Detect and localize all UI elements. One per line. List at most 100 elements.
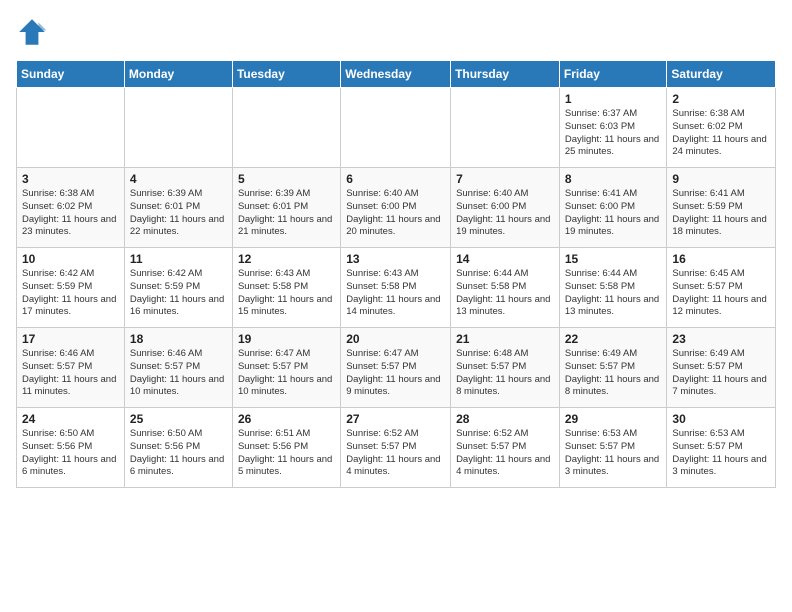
day-number: 11 bbox=[130, 252, 227, 266]
day-number: 28 bbox=[456, 412, 554, 426]
empty-cell bbox=[17, 88, 125, 168]
day-number: 9 bbox=[672, 172, 770, 186]
week-row-5: 24Sunrise: 6:50 AM Sunset: 5:56 PM Dayli… bbox=[17, 408, 776, 488]
day-cell-2: 2 Sunrise: 6:38 AM Sunset: 6:02 PM Daylig… bbox=[667, 88, 776, 168]
weekday-header-saturday: Saturday bbox=[667, 61, 776, 88]
day-number: 1 bbox=[565, 92, 662, 106]
day-info: Sunrise: 6:47 AM Sunset: 5:57 PM Dayligh… bbox=[346, 348, 445, 399]
day-info: Sunrise: 6:53 AM Sunset: 5:57 PM Dayligh… bbox=[672, 428, 770, 479]
day-number: 29 bbox=[565, 412, 662, 426]
day-cell-6: 6 Sunrise: 6:40 AM Sunset: 6:00 PM Daylig… bbox=[341, 168, 451, 248]
day-info: Sunrise: 6:49 AM Sunset: 5:57 PM Dayligh… bbox=[565, 348, 662, 399]
day-info: Sunrise: 6:51 AM Sunset: 5:56 PM Dayligh… bbox=[238, 428, 335, 479]
empty-cell bbox=[124, 88, 232, 168]
weekday-header-tuesday: Tuesday bbox=[232, 61, 340, 88]
logo-icon bbox=[16, 16, 48, 48]
day-cell-19: 19 Sunrise: 6:47 AM Sunset: 5:57 PM Dayli… bbox=[232, 328, 340, 408]
day-cell-14: 14 Sunrise: 6:44 AM Sunset: 5:58 PM Dayli… bbox=[451, 248, 560, 328]
day-info: Sunrise: 6:46 AM Sunset: 5:57 PM Dayligh… bbox=[130, 348, 227, 399]
day-info: Sunrise: 6:40 AM Sunset: 6:00 PM Dayligh… bbox=[456, 188, 554, 239]
day-cell-21: 21 Sunrise: 6:48 AM Sunset: 5:57 PM Dayli… bbox=[451, 328, 560, 408]
day-info: Sunrise: 6:48 AM Sunset: 5:57 PM Dayligh… bbox=[456, 348, 554, 399]
week-row-4: 17 Sunrise: 6:46 AM Sunset: 5:57 PM Dayli… bbox=[17, 328, 776, 408]
day-number: 19 bbox=[238, 332, 335, 346]
day-cell-5: 5 Sunrise: 6:39 AM Sunset: 6:01 PM Daylig… bbox=[232, 168, 340, 248]
day-cell-23: 23Sunrise: 6:49 AM Sunset: 5:57 PM Dayli… bbox=[667, 328, 776, 408]
empty-cell bbox=[232, 88, 340, 168]
weekday-header-monday: Monday bbox=[124, 61, 232, 88]
day-cell-28: 28 Sunrise: 6:52 AM Sunset: 5:57 PM Dayli… bbox=[451, 408, 560, 488]
day-cell-1: 1 Sunrise: 6:37 AM Sunset: 6:03 PM Daylig… bbox=[559, 88, 667, 168]
day-number: 22 bbox=[565, 332, 662, 346]
week-row-1: 1 Sunrise: 6:37 AM Sunset: 6:03 PM Daylig… bbox=[17, 88, 776, 168]
day-cell-17: 17 Sunrise: 6:46 AM Sunset: 5:57 PM Dayli… bbox=[17, 328, 125, 408]
day-info: Sunrise: 6:53 AM Sunset: 5:57 PM Dayligh… bbox=[565, 428, 662, 479]
day-cell-10: 10 Sunrise: 6:42 AM Sunset: 5:59 PM Dayli… bbox=[17, 248, 125, 328]
day-number: 15 bbox=[565, 252, 662, 266]
day-number: 6 bbox=[346, 172, 445, 186]
day-number: 8 bbox=[565, 172, 662, 186]
empty-cell bbox=[451, 88, 560, 168]
day-number: 3 bbox=[22, 172, 119, 186]
day-number: 21 bbox=[456, 332, 554, 346]
day-info: Sunrise: 6:39 AM Sunset: 6:01 PM Dayligh… bbox=[238, 188, 335, 239]
weekday-header-friday: Friday bbox=[559, 61, 667, 88]
week-row-3: 10 Sunrise: 6:42 AM Sunset: 5:59 PM Dayli… bbox=[17, 248, 776, 328]
day-number: 7 bbox=[456, 172, 554, 186]
day-info: Sunrise: 6:45 AM Sunset: 5:57 PM Dayligh… bbox=[672, 268, 770, 319]
day-cell-30: 30 Sunrise: 6:53 AM Sunset: 5:57 PM Dayli… bbox=[667, 408, 776, 488]
day-cell-20: 20Sunrise: 6:47 AM Sunset: 5:57 PM Dayli… bbox=[341, 328, 451, 408]
day-number: 13 bbox=[346, 252, 445, 266]
day-cell-3: 3Sunrise: 6:38 AM Sunset: 6:02 PM Daylig… bbox=[17, 168, 125, 248]
day-info: Sunrise: 6:37 AM Sunset: 6:03 PM Dayligh… bbox=[565, 108, 662, 159]
week-row-2: 3Sunrise: 6:38 AM Sunset: 6:02 PM Daylig… bbox=[17, 168, 776, 248]
day-number: 5 bbox=[238, 172, 335, 186]
day-info: Sunrise: 6:43 AM Sunset: 5:58 PM Dayligh… bbox=[238, 268, 335, 319]
day-info: Sunrise: 6:43 AM Sunset: 5:58 PM Dayligh… bbox=[346, 268, 445, 319]
day-number: 12 bbox=[238, 252, 335, 266]
day-cell-8: 8 Sunrise: 6:41 AM Sunset: 6:00 PM Daylig… bbox=[559, 168, 667, 248]
day-number: 16 bbox=[672, 252, 770, 266]
day-info: Sunrise: 6:42 AM Sunset: 5:59 PM Dayligh… bbox=[130, 268, 227, 319]
day-info: Sunrise: 6:42 AM Sunset: 5:59 PM Dayligh… bbox=[22, 268, 119, 319]
day-number: 27 bbox=[346, 412, 445, 426]
weekday-header-wednesday: Wednesday bbox=[341, 61, 451, 88]
day-cell-7: 7 Sunrise: 6:40 AM Sunset: 6:00 PM Daylig… bbox=[451, 168, 560, 248]
day-cell-26: 26 Sunrise: 6:51 AM Sunset: 5:56 PM Dayli… bbox=[232, 408, 340, 488]
day-number: 14 bbox=[456, 252, 554, 266]
day-cell-27: 27 Sunrise: 6:52 AM Sunset: 5:57 PM Dayli… bbox=[341, 408, 451, 488]
day-info: Sunrise: 6:50 AM Sunset: 5:56 PM Dayligh… bbox=[130, 428, 227, 479]
day-cell-4: 4 Sunrise: 6:39 AM Sunset: 6:01 PM Daylig… bbox=[124, 168, 232, 248]
empty-cell bbox=[341, 88, 451, 168]
day-cell-24: 24Sunrise: 6:50 AM Sunset: 5:56 PM Dayli… bbox=[17, 408, 125, 488]
day-number: 17 bbox=[22, 332, 119, 346]
day-info: Sunrise: 6:40 AM Sunset: 6:00 PM Dayligh… bbox=[346, 188, 445, 239]
day-cell-18: 18Sunrise: 6:46 AM Sunset: 5:57 PM Dayli… bbox=[124, 328, 232, 408]
calendar: SundayMondayTuesdayWednesdayThursdayFrid… bbox=[16, 60, 776, 488]
day-number: 26 bbox=[238, 412, 335, 426]
day-info: Sunrise: 6:38 AM Sunset: 6:02 PM Dayligh… bbox=[672, 108, 770, 159]
day-info: Sunrise: 6:44 AM Sunset: 5:58 PM Dayligh… bbox=[456, 268, 554, 319]
day-cell-11: 11 Sunrise: 6:42 AM Sunset: 5:59 PM Dayli… bbox=[124, 248, 232, 328]
day-number: 4 bbox=[130, 172, 227, 186]
day-number: 2 bbox=[672, 92, 770, 106]
day-cell-22: 22 Sunrise: 6:49 AM Sunset: 5:57 PM Dayli… bbox=[559, 328, 667, 408]
day-info: Sunrise: 6:44 AM Sunset: 5:58 PM Dayligh… bbox=[565, 268, 662, 319]
day-info: Sunrise: 6:52 AM Sunset: 5:57 PM Dayligh… bbox=[346, 428, 445, 479]
day-number: 10 bbox=[22, 252, 119, 266]
day-info: Sunrise: 6:50 AM Sunset: 5:56 PM Dayligh… bbox=[22, 428, 119, 479]
day-info: Sunrise: 6:47 AM Sunset: 5:57 PM Dayligh… bbox=[238, 348, 335, 399]
day-number: 23 bbox=[672, 332, 770, 346]
day-cell-9: 9 Sunrise: 6:41 AM Sunset: 5:59 PM Daylig… bbox=[667, 168, 776, 248]
day-info: Sunrise: 6:41 AM Sunset: 5:59 PM Dayligh… bbox=[672, 188, 770, 239]
page-header bbox=[16, 16, 776, 48]
day-info: Sunrise: 6:41 AM Sunset: 6:00 PM Dayligh… bbox=[565, 188, 662, 239]
day-cell-29: 29 Sunrise: 6:53 AM Sunset: 5:57 PM Dayli… bbox=[559, 408, 667, 488]
day-cell-13: 13 Sunrise: 6:43 AM Sunset: 5:58 PM Dayli… bbox=[341, 248, 451, 328]
day-info: Sunrise: 6:52 AM Sunset: 5:57 PM Dayligh… bbox=[456, 428, 554, 479]
logo bbox=[16, 16, 52, 48]
day-number: 30 bbox=[672, 412, 770, 426]
day-info: Sunrise: 6:46 AM Sunset: 5:57 PM Dayligh… bbox=[22, 348, 119, 399]
day-info: Sunrise: 6:39 AM Sunset: 6:01 PM Dayligh… bbox=[130, 188, 227, 239]
weekday-header-sunday: Sunday bbox=[17, 61, 125, 88]
